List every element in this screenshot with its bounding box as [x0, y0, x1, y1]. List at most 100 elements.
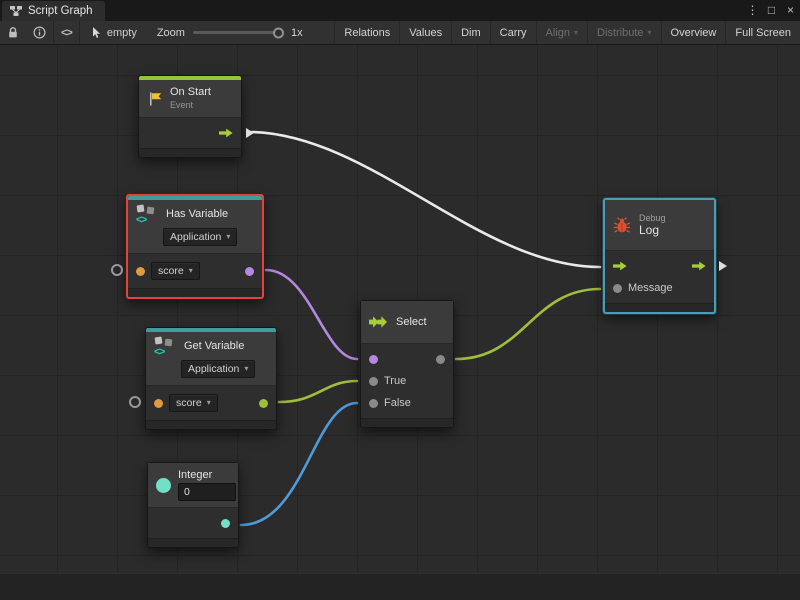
wire-getvariable-to-select-true[interactable]	[279, 381, 357, 402]
flow-output-port[interactable]	[219, 128, 233, 138]
message-input-port[interactable]	[613, 284, 622, 293]
node-body: score ▾	[128, 253, 262, 288]
variable-icon: <>	[154, 337, 177, 356]
dim-button[interactable]: Dim	[451, 21, 490, 44]
node-body	[148, 507, 238, 538]
condition-row	[361, 348, 453, 370]
dropdown-value: score	[158, 265, 184, 277]
wire-select-to-log-message[interactable]	[456, 289, 600, 359]
button-label: Align	[546, 27, 570, 39]
node-has-variable[interactable]: <> Has Variable Application ▾ score ▾	[126, 194, 264, 299]
node-get-variable[interactable]: <> Get Variable Application ▾ score ▾	[145, 327, 277, 430]
zoom-slider-handle[interactable]	[273, 27, 284, 38]
full-screen-button[interactable]: Full Screen	[725, 21, 800, 44]
wire-hasvariable-to-select[interactable]	[266, 270, 357, 359]
variable-name-dropdown[interactable]: score ▾	[151, 262, 200, 280]
int-output-port[interactable]	[221, 519, 230, 528]
integer-icon	[156, 478, 171, 493]
node-body: Message	[605, 250, 714, 303]
wire-onstart-to-log[interactable]	[252, 132, 600, 267]
values-button[interactable]: Values	[399, 21, 451, 44]
zoom-control: Zoom 1x	[149, 27, 311, 39]
false-label: False	[384, 397, 411, 409]
lock-button[interactable]	[0, 21, 26, 44]
bool-output-port[interactable]	[245, 267, 254, 276]
node-title: Has Variable	[166, 208, 228, 221]
flow-wire-arrow	[246, 128, 254, 138]
flow-input-port[interactable]	[613, 261, 627, 271]
message-row: Message	[605, 277, 714, 299]
window-title-bar: Script Graph ⋮ □ ×	[0, 0, 800, 21]
node-header: Integer 0	[148, 463, 238, 507]
dropdown-value: score	[176, 397, 202, 409]
node-title-row: <> Get Variable	[154, 337, 244, 356]
align-button[interactable]: Align ▾	[536, 21, 587, 44]
button-label: Distribute	[597, 27, 643, 39]
node-body: True False	[361, 343, 453, 418]
zoom-slider[interactable]	[193, 31, 283, 34]
message-label: Message	[628, 282, 673, 294]
selection-output-port[interactable]	[436, 355, 445, 364]
maximize-icon[interactable]: □	[762, 0, 781, 21]
inspect-button[interactable]	[26, 21, 53, 44]
node-footer	[148, 538, 238, 547]
overview-button[interactable]: Overview	[661, 21, 726, 44]
variable-icon: <>	[136, 205, 159, 224]
chevron-down-icon: ▾	[574, 29, 578, 37]
flow-output-port[interactable]	[692, 261, 706, 271]
object-output-port[interactable]	[259, 399, 268, 408]
flag-icon	[147, 91, 163, 107]
node-header: <> Get Variable Application ▾	[146, 332, 276, 385]
graph-canvas[interactable]: On Start Event <> Has Variable	[0, 45, 800, 600]
variable-name-dropdown[interactable]: score ▾	[169, 394, 218, 412]
node-on-start[interactable]: On Start Event	[138, 75, 242, 158]
edit-graph-button[interactable]: <>	[54, 21, 79, 44]
node-debug-log[interactable]: Debug Log Message	[603, 198, 716, 314]
node-title: Select	[396, 316, 427, 329]
button-label: Carry	[500, 27, 527, 39]
chevron-down-icon: ▾	[207, 399, 211, 407]
node-titles: On Start Event	[170, 86, 211, 111]
variable-scope-dropdown[interactable]: Application ▾	[181, 360, 255, 378]
button-label: Dim	[461, 27, 481, 39]
relations-button[interactable]: Relations	[334, 21, 399, 44]
tab-title: Script Graph	[28, 5, 93, 17]
node-integer[interactable]: Integer 0	[147, 462, 239, 548]
node-title-row: <> Has Variable	[136, 205, 228, 224]
select-icon	[369, 315, 389, 329]
node-header: Debug Log	[605, 200, 714, 250]
graph-icon	[10, 6, 22, 16]
integer-value-field[interactable]: 0	[178, 483, 236, 501]
condition-input-port[interactable]	[369, 355, 378, 364]
close-icon[interactable]: ×	[781, 0, 800, 21]
string-input-port[interactable]	[136, 267, 145, 276]
node-title: Integer	[178, 469, 236, 482]
window-menu-icon[interactable]: ⋮	[743, 0, 762, 21]
graph-edge-band	[0, 573, 800, 600]
graph-toolbar: <> empty Zoom 1x Relations Values Dim Ca…	[0, 21, 800, 45]
false-input-port[interactable]	[369, 399, 378, 408]
node-select[interactable]: Select True False	[360, 300, 454, 428]
tab-script-graph[interactable]: Script Graph	[2, 1, 105, 21]
variable-scope-dropdown[interactable]: Application ▾	[163, 228, 237, 246]
node-footer	[146, 420, 276, 429]
node-footer	[605, 303, 714, 312]
unconnected-port[interactable]	[129, 396, 141, 408]
zoom-value: 1x	[291, 27, 303, 39]
button-label: Full Screen	[735, 27, 791, 39]
true-input-port[interactable]	[369, 377, 378, 386]
node-supertitle: Debug	[639, 213, 666, 223]
node-footer	[139, 148, 241, 157]
node-body: score ▾	[146, 385, 276, 420]
node-footer	[128, 288, 262, 297]
string-input-port[interactable]	[154, 399, 163, 408]
unconnected-port[interactable]	[111, 264, 123, 276]
flow-wire-arrow	[719, 261, 727, 271]
node-header: On Start Event	[139, 80, 241, 117]
distribute-button[interactable]: Distribute▾	[587, 21, 660, 44]
node-header: <> Has Variable Application ▾	[128, 200, 262, 253]
info-icon	[33, 26, 46, 39]
node-title: Get Variable	[184, 340, 244, 353]
node-body	[139, 117, 241, 148]
carry-button[interactable]: Carry	[490, 21, 536, 44]
